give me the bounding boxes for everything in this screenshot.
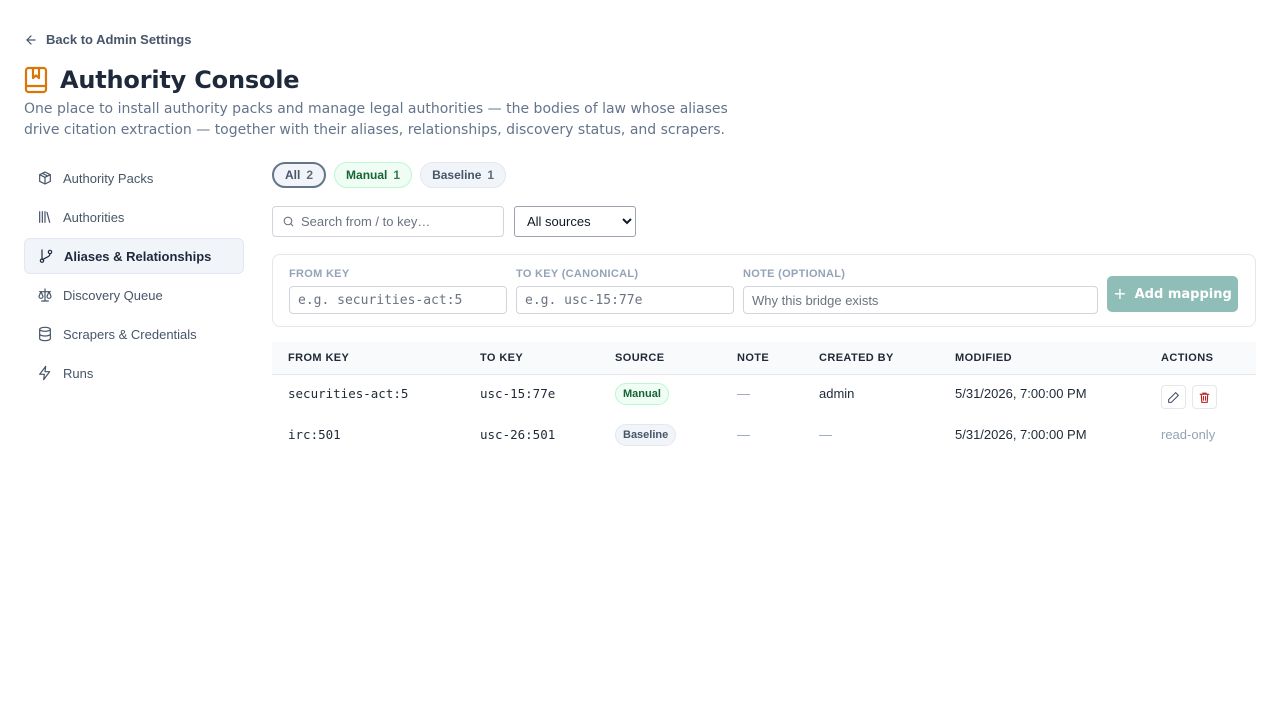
sidebar-item-authority-packs[interactable]: Authority Packs <box>24 160 244 196</box>
chip-count: 1 <box>393 168 401 182</box>
add-mapping-button[interactable]: + Add mapping <box>1107 276 1238 312</box>
cell-note: — <box>737 427 750 442</box>
sidebar-item-runs[interactable]: Runs <box>24 355 244 391</box>
search-icon <box>283 216 294 227</box>
to-key-input[interactable] <box>516 286 734 314</box>
column-header: CREATED BY <box>819 352 894 364</box>
mappings-table: FROM KEY TO KEY SOURCE NOTE CREATED BY M… <box>272 342 1256 457</box>
chip-label: Manual <box>346 168 388 182</box>
chip-count: 1 <box>487 168 495 182</box>
from-key-input[interactable] <box>289 286 507 314</box>
sidebar-item-authorities[interactable]: Authorities <box>24 199 244 235</box>
sidebar-item-label: Runs <box>63 365 94 381</box>
cell-to-key: usc-26:501 <box>480 427 556 442</box>
back-link-label: Back to Admin Settings <box>46 32 192 47</box>
pencil-icon <box>1168 391 1179 403</box>
zap-icon <box>39 365 51 381</box>
arrow-left-icon <box>26 34 36 45</box>
scale-icon <box>38 288 52 302</box>
column-header: TO KEY <box>480 352 524 364</box>
sidebar-item-label: Authority Packs <box>63 170 154 186</box>
trash-icon <box>1199 392 1210 403</box>
sidebar-item-label: Discovery Queue <box>63 287 163 303</box>
table-header: FROM KEY TO KEY SOURCE NOTE CREATED BY M… <box>272 342 1256 375</box>
chip-label: All <box>285 168 301 182</box>
git-branch-icon <box>39 249 53 263</box>
back-to-admin-link[interactable]: Back to Admin Settings <box>24 32 191 47</box>
edit-button[interactable] <box>1161 385 1186 409</box>
search-box <box>272 206 504 237</box>
chip-label: Baseline <box>432 168 482 182</box>
column-header: FROM KEY <box>288 352 350 364</box>
source-select[interactable]: All sources <box>514 206 636 237</box>
table-row: securities-act:5 usc-15:77e Manual — adm… <box>272 375 1256 416</box>
cell-from-key: securities-act:5 <box>288 386 409 401</box>
column-header: MODIFIED <box>955 352 1012 364</box>
read-only-label: read-only <box>1161 427 1216 442</box>
chip-baseline[interactable]: Baseline 1 <box>420 162 507 188</box>
add-mapping-form: FROM KEY TO KEY (CANONICAL) NOTE (OPTION… <box>272 254 1256 327</box>
add-mapping-label: Add mapping <box>1134 286 1232 302</box>
column-header: NOTE <box>737 352 770 364</box>
page-title: Authority Console <box>60 66 300 94</box>
database-icon <box>39 326 51 342</box>
note-input[interactable] <box>743 286 1098 314</box>
cell-created-by: admin <box>819 386 855 401</box>
book-bookmark-icon <box>24 66 48 94</box>
sidebar-item-aliases-relationships[interactable]: Aliases & Relationships <box>24 238 244 274</box>
cell-note: — <box>737 386 750 401</box>
chip-manual[interactable]: Manual 1 <box>334 162 413 188</box>
filter-bar: All sources <box>272 206 636 237</box>
cell-modified: 5/31/2026, 7:00:00 PM <box>955 427 1087 442</box>
column-header: SOURCE <box>615 352 665 364</box>
from-key-label: FROM KEY <box>289 268 350 280</box>
sidebar-item-label: Scrapers & Credentials <box>63 326 197 342</box>
sidebar-item-label: Aliases & Relationships <box>64 248 212 264</box>
from-key-field-group: FROM KEY <box>289 268 507 314</box>
delete-button[interactable] <box>1192 385 1217 409</box>
search-input[interactable] <box>301 214 491 229</box>
sidebar: Authority Packs Authorities Aliases & Re… <box>24 160 244 394</box>
note-field-group: NOTE (OPTIONAL) <box>743 268 1098 314</box>
sidebar-item-discovery-queue[interactable]: Discovery Queue <box>24 277 244 313</box>
source-badge: Baseline <box>615 424 677 446</box>
source-badge: Manual <box>615 383 669 405</box>
source-filter-chips: All 2 Manual 1 Baseline 1 <box>272 162 1256 188</box>
package-icon <box>39 171 51 185</box>
sidebar-item-label: Authorities <box>63 209 125 225</box>
cell-modified: 5/31/2026, 7:00:00 PM <box>955 386 1087 401</box>
table-row: irc:501 usc-26:501 Baseline — — 5/31/202… <box>272 416 1256 457</box>
to-key-field-group: TO KEY (CANONICAL) <box>516 268 734 314</box>
library-icon <box>39 211 51 223</box>
to-key-label: TO KEY (CANONICAL) <box>516 268 639 280</box>
cell-from-key: irc:501 <box>288 427 341 442</box>
note-label: NOTE (OPTIONAL) <box>743 268 846 280</box>
cell-created-by: — <box>819 427 832 442</box>
main-panel: All 2 Manual 1 Baseline 1 All sources FR… <box>272 162 1256 446</box>
chip-count: 2 <box>306 168 314 182</box>
column-header: ACTIONS <box>1161 352 1214 364</box>
sidebar-item-scrapers-credentials[interactable]: Scrapers & Credentials <box>24 316 244 352</box>
chip-all[interactable]: All 2 <box>272 162 327 188</box>
cell-to-key: usc-15:77e <box>480 386 556 401</box>
page-subtitle: One place to install authority packs and… <box>24 101 728 138</box>
plus-icon: + <box>1113 284 1127 303</box>
page-header: Authority Console <box>24 66 300 94</box>
